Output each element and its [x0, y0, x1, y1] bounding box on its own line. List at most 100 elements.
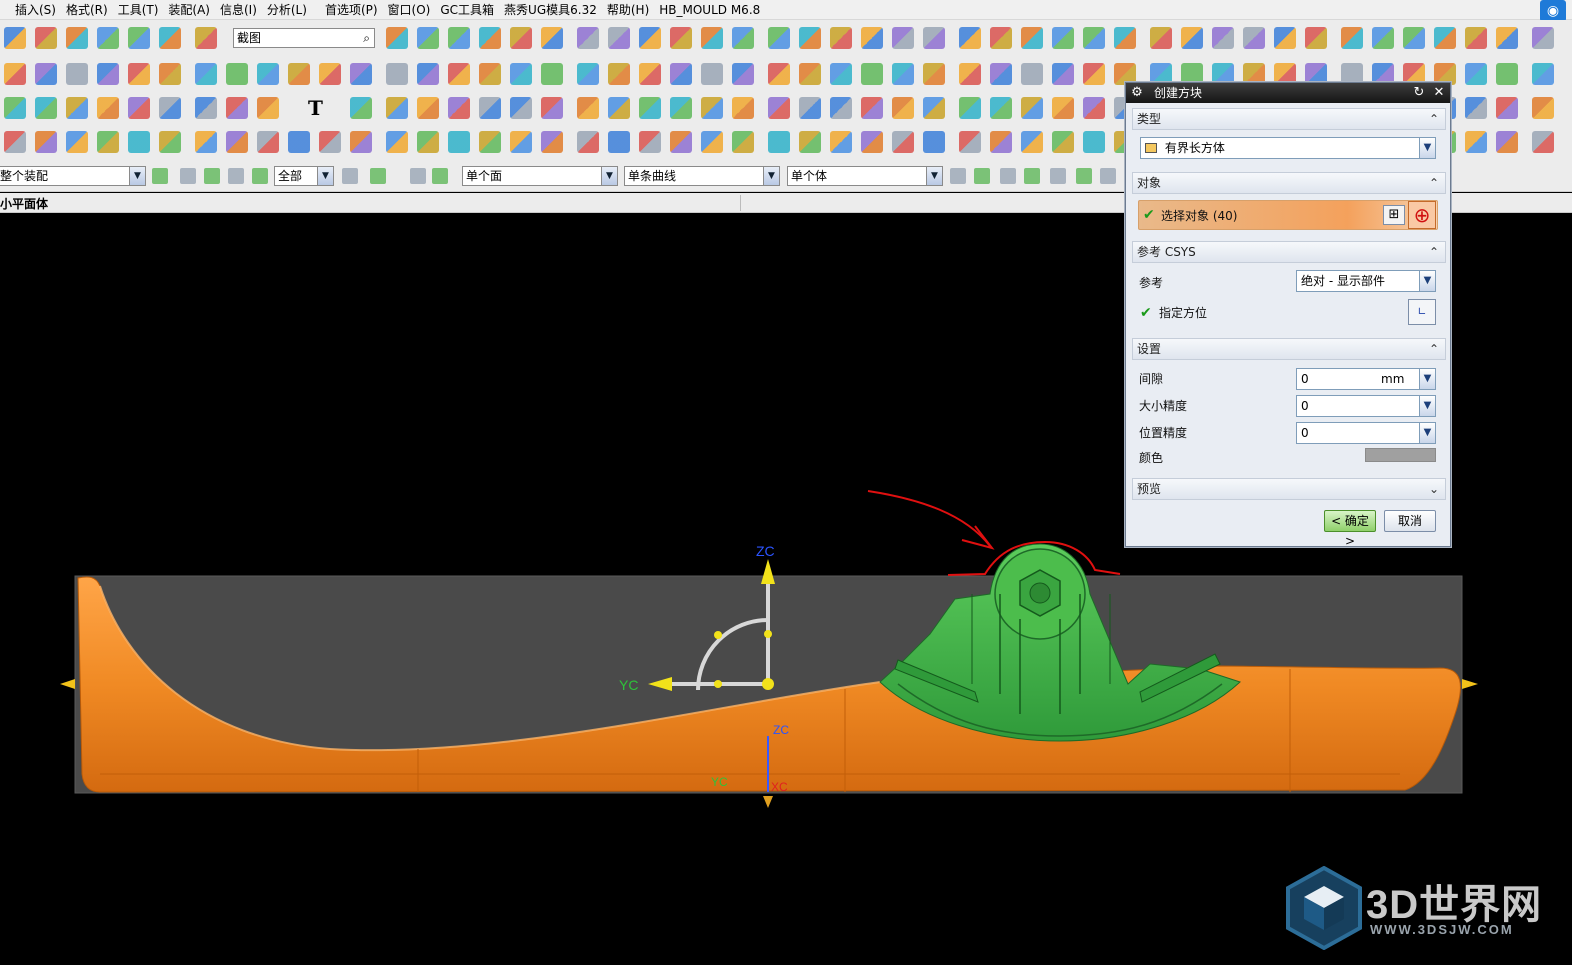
toolbar-tool-icon[interactable] [448, 63, 470, 85]
toolbar-tool-icon[interactable] [4, 131, 26, 153]
toolbar-tool-icon[interactable] [288, 131, 310, 153]
toolbar-tool-icon[interactable] [639, 97, 661, 119]
menu-gc-toolkit[interactable]: GC工具箱 [435, 1, 499, 19]
toolbar-tool-icon[interactable] [608, 27, 630, 49]
toolbar-tool-icon[interactable] [448, 27, 470, 49]
menu-window[interactable]: 窗口(O) [383, 1, 436, 19]
filter-tool-icon[interactable] [1050, 168, 1066, 184]
create-block-dialog[interactable]: ⚙ 创建方块 ↻ ✕ 类型 ⌃ 有界长方体 ▼ 对象 ⌃ ✔ 选择对象 (40)… [1125, 82, 1451, 548]
toolbar-tool-icon[interactable] [1021, 97, 1043, 119]
ok-button[interactable]: < 确定 > [1324, 510, 1376, 548]
toolbar-tool-icon[interactable] [1305, 27, 1327, 49]
toolbar-tool-icon[interactable] [799, 27, 821, 49]
toolbar-tool-icon[interactable] [195, 131, 217, 153]
toolbar-tool-icon[interactable] [448, 131, 470, 153]
toolbar-tool-icon[interactable] [1021, 63, 1043, 85]
toolbar-tool-icon[interactable] [479, 131, 501, 153]
filter-tool-icon[interactable] [1000, 168, 1016, 184]
toolbar-tool-icon[interactable] [1465, 131, 1487, 153]
toolbar-tool-icon[interactable] [990, 97, 1012, 119]
toolbar-tool-icon[interactable] [701, 131, 723, 153]
toolbar-tool-icon[interactable] [861, 97, 883, 119]
toolbar-tool-icon[interactable] [1465, 27, 1487, 49]
chevron-down-icon[interactable]: ▼ [1419, 396, 1435, 416]
toolbar-tool-icon[interactable] [128, 131, 150, 153]
toolbar-tool-icon[interactable] [66, 97, 88, 119]
toolbar-tool-icon[interactable] [35, 131, 57, 153]
section-preview-header[interactable]: 预览 ⌄ [1132, 478, 1446, 500]
toolbar-tool-icon[interactable] [1532, 131, 1554, 153]
toolbar-tool-icon[interactable] [417, 131, 439, 153]
toolbar-tool-icon[interactable] [448, 97, 470, 119]
toolbar-tool-icon[interactable] [541, 97, 563, 119]
toolbar-tool-icon[interactable] [670, 97, 692, 119]
toolbar-tool-icon[interactable] [732, 131, 754, 153]
position-precision-select[interactable]: 0 ▼ [1296, 422, 1436, 444]
filter-tool-icon[interactable] [974, 168, 990, 184]
chevron-up-icon[interactable]: ⌃ [1427, 109, 1441, 129]
toolbar-tool-icon[interactable] [1434, 27, 1456, 49]
toolbar-tool-icon[interactable] [892, 63, 914, 85]
toolbar-tool-icon[interactable] [1021, 27, 1043, 49]
toolbar-tool-icon[interactable] [577, 27, 599, 49]
toolbar-tool-icon[interactable] [1212, 27, 1234, 49]
menu-tools[interactable]: 工具(T) [113, 1, 164, 19]
assembly-scope-select[interactable]: 整个装配 ▼ [0, 166, 146, 186]
toolbar-tool-icon[interactable] [97, 131, 119, 153]
toolbar-tool-icon[interactable] [541, 27, 563, 49]
toolbar-tool-icon[interactable] [479, 97, 501, 119]
toolbar-tool-icon[interactable] [1083, 97, 1105, 119]
toolbar-tool-icon[interactable] [1150, 27, 1172, 49]
toolbar-tool-icon[interactable] [350, 97, 372, 119]
toolbar-tool-icon[interactable] [1496, 63, 1518, 85]
toolbar-tool-icon[interactable] [670, 131, 692, 153]
toolbar-tool-icon[interactable] [159, 63, 181, 85]
gap-input[interactable]: 0 mm ▼ [1296, 368, 1436, 390]
type-select[interactable]: 有界长方体 ▼ [1140, 137, 1436, 159]
toolbar-tool-icon[interactable] [768, 97, 790, 119]
dialog-titlebar[interactable]: ⚙ 创建方块 ↻ ✕ [1126, 83, 1450, 103]
filter-tool-icon[interactable] [342, 168, 358, 184]
chevron-down-icon[interactable]: ▼ [1419, 423, 1435, 443]
chevron-down-icon[interactable]: ▼ [1419, 138, 1435, 158]
wcs-handle[interactable] [714, 631, 722, 639]
toolbar-tool-icon[interactable] [4, 97, 26, 119]
toolbar-tool-icon[interactable] [4, 27, 26, 49]
search-icon[interactable]: ⌕ [363, 29, 370, 47]
section-settings-header[interactable]: 设置 ⌃ [1132, 338, 1446, 360]
cancel-button[interactable]: 取消 [1384, 510, 1436, 532]
toolbar-tool-icon[interactable] [1052, 131, 1074, 153]
wcs-handle[interactable] [714, 680, 722, 688]
menu-help[interactable]: 帮助(H) [602, 1, 654, 19]
toolbar-tool-icon[interactable] [1052, 97, 1074, 119]
toolbar-tool-icon[interactable] [226, 97, 248, 119]
toolbar-tool-icon[interactable] [510, 97, 532, 119]
menu-analysis[interactable]: 分析(L) [262, 1, 312, 19]
filter-tool-icon[interactable] [1024, 168, 1040, 184]
chevron-down-icon[interactable]: ▼ [926, 167, 942, 185]
toolbar-tool-icon[interactable] [923, 131, 945, 153]
curve-rule-select[interactable]: 单条曲线 ▼ [624, 166, 780, 186]
wcs-handle[interactable] [764, 630, 772, 638]
toolbar-tool-icon[interactable] [923, 97, 945, 119]
filter-tool-icon[interactable] [152, 168, 168, 184]
type-filter-select[interactable]: 全部 ▼ [274, 166, 334, 186]
section-ref-csys-header[interactable]: 参考 CSYS ⌃ [1132, 241, 1446, 263]
toolbar-tool-icon[interactable] [1083, 63, 1105, 85]
toolbar-tool-icon[interactable] [195, 63, 217, 85]
toolbar-tool-icon[interactable] [350, 131, 372, 153]
chevron-down-icon[interactable]: ⌄ [1427, 479, 1441, 499]
section-type-header[interactable]: 类型 ⌃ [1132, 108, 1446, 130]
toolbar-tool-icon[interactable] [959, 63, 981, 85]
filter-tool-icon[interactable] [1076, 168, 1092, 184]
right-handle-icon[interactable] [1462, 679, 1478, 689]
toolbar-tool-icon[interactable] [1465, 97, 1487, 119]
chevron-down-icon[interactable]: ▼ [601, 167, 617, 185]
toolbar-tool-icon[interactable] [350, 63, 372, 85]
toolbar-tool-icon[interactable] [386, 63, 408, 85]
toolbar-tool-icon[interactable] [1532, 97, 1554, 119]
toolbar-tool-icon[interactable] [959, 97, 981, 119]
toolbar-tool-icon[interactable] [195, 97, 217, 119]
toolbar-tool-icon[interactable] [1532, 63, 1554, 85]
toolbar-tool-icon[interactable] [195, 27, 217, 49]
